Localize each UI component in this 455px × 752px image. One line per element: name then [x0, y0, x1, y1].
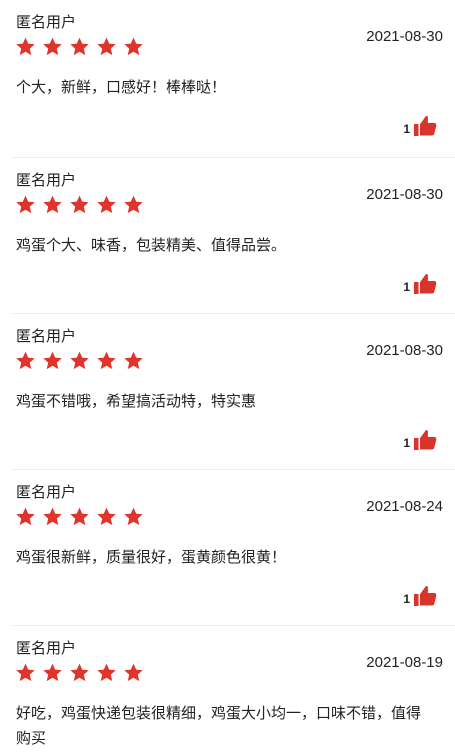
review-item: 匿名用户 2021-08-24 鸡蛋很新鲜，质量很好，蛋黄颜色很黄！ 1 [12, 470, 455, 626]
review-date: 2021-08-30 [366, 28, 443, 45]
star-icon [124, 507, 143, 526]
reviewer-name: 匿名用户 [16, 639, 77, 657]
star-icon [43, 507, 62, 526]
star-icon [70, 351, 89, 370]
review-content: 鸡蛋个大、味香，包装精美、值得品尝。 [16, 236, 287, 254]
star-icon [70, 195, 89, 214]
like-count: 1 [403, 592, 410, 606]
review-item: 匿名用户 2021-08-30 鸡蛋不错哦，希望搞活动特，特实惠 1 [12, 314, 455, 470]
reviewer-name: 匿名用户 [16, 13, 77, 31]
review-content: 鸡蛋很新鲜，质量很好，蛋黄颜色很黄！ [16, 548, 287, 566]
star-rating [15, 350, 144, 371]
like-count: 1 [403, 122, 410, 136]
like-count: 1 [403, 436, 410, 450]
star-icon [70, 507, 89, 526]
thumbs-up-icon [414, 116, 437, 136]
star-icon [124, 351, 143, 370]
reviewer-name: 匿名用户 [16, 483, 77, 501]
like-button[interactable]: 1 [403, 428, 437, 452]
review-date: 2021-08-30 [366, 342, 443, 359]
star-icon [97, 195, 116, 214]
review-content: 个大，新鲜，口感好！棒棒哒！ [16, 78, 227, 96]
star-rating [15, 36, 144, 57]
like-button[interactable]: 1 [403, 272, 437, 296]
review-item: 匿名用户 2021-08-19 好吃，鸡蛋快递包装很精细，鸡蛋大小均一，口味不错… [12, 626, 455, 752]
star-icon [124, 663, 143, 682]
review-content: 好吃，鸡蛋快递包装很精细，鸡蛋大小均一，口味不错，值得购买 [16, 704, 422, 747]
review-date: 2021-08-30 [366, 186, 443, 203]
star-rating [15, 194, 144, 215]
star-icon [16, 351, 35, 370]
thumbs-up-icon [414, 586, 437, 606]
star-icon [124, 37, 143, 56]
reviewer-name: 匿名用户 [16, 171, 77, 189]
like-count: 1 [403, 280, 410, 294]
star-icon [16, 507, 35, 526]
star-icon [16, 195, 35, 214]
star-icon [97, 663, 116, 682]
star-icon [16, 663, 35, 682]
star-icon [16, 37, 35, 56]
star-icon [70, 37, 89, 56]
star-icon [97, 37, 116, 56]
star-icon [70, 663, 89, 682]
review-content: 鸡蛋不错哦，希望搞活动特，特实惠 [16, 392, 257, 410]
star-icon [43, 195, 62, 214]
star-icon [43, 37, 62, 56]
star-icon [43, 351, 62, 370]
thumbs-up-icon [414, 274, 437, 294]
star-icon [97, 351, 116, 370]
like-button[interactable]: 1 [403, 584, 437, 608]
review-date: 2021-08-24 [366, 498, 443, 515]
review-item: 匿名用户 2021-08-30 个大，新鲜，口感好！棒棒哒！ 1 [12, 0, 455, 158]
star-icon [124, 195, 143, 214]
reviewer-name: 匿名用户 [16, 327, 77, 345]
star-icon [43, 663, 62, 682]
star-rating [15, 506, 144, 527]
thumbs-up-icon [414, 430, 437, 450]
star-rating [15, 662, 144, 683]
review-list: 匿名用户 2021-08-30 个大，新鲜，口感好！棒棒哒！ 1 匿名用户 20… [0, 0, 455, 752]
review-date: 2021-08-19 [366, 654, 443, 671]
star-icon [97, 507, 116, 526]
review-item: 匿名用户 2021-08-30 鸡蛋个大、味香，包装精美、值得品尝。 1 [12, 158, 455, 314]
like-button[interactable]: 1 [403, 114, 437, 138]
